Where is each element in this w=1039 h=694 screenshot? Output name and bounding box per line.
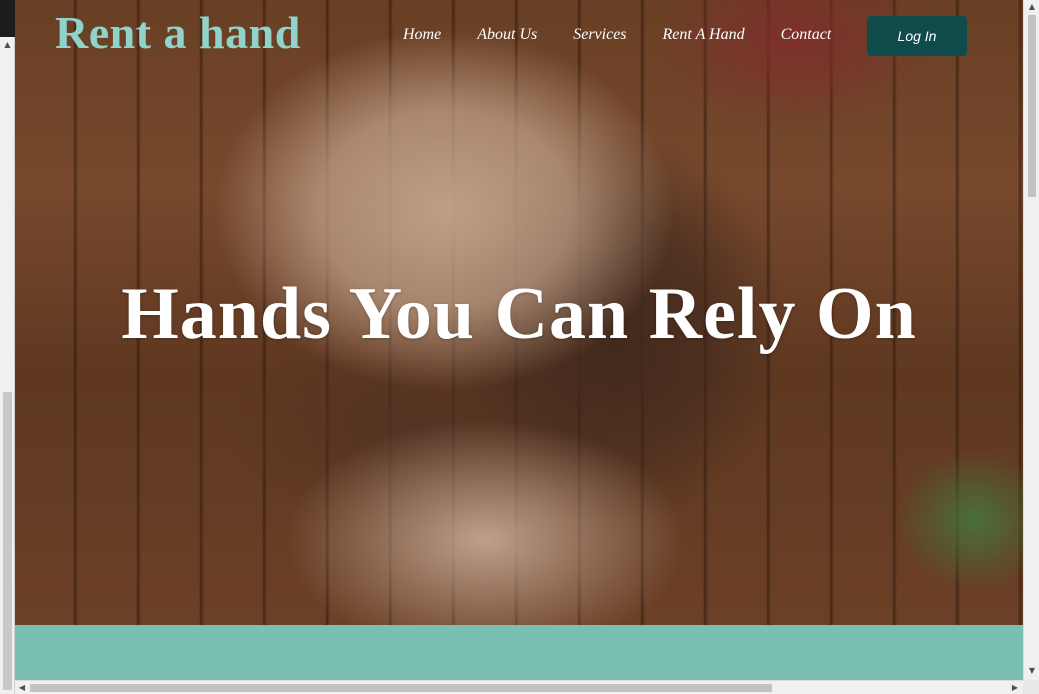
horizontal-scrollbar[interactable]: ◀ ▶ [15,680,1023,694]
horizontal-scrollbar-thumb[interactable] [30,684,772,692]
scrollbar-corner [1023,680,1039,694]
nav-item-home[interactable]: Home [403,26,441,46]
scroll-up-icon[interactable]: ▲ [1027,2,1037,12]
nav-item-rent-a-hand[interactable]: Rent A Hand [663,26,745,46]
login-button[interactable]: Log In [867,16,967,56]
nav-item-about-us[interactable]: About Us [477,26,537,46]
vertical-scrollbar-thumb[interactable] [1028,15,1036,197]
host-window-edge: ▲ [0,0,15,694]
vertical-scrollbar[interactable]: ▲ ▼ [1023,0,1039,680]
host-scrollbar-thumb[interactable] [3,392,12,690]
page-viewport: Rent a hand Home About Us Services Rent … [15,0,1023,680]
hero-title: Hands You Can Rely On [121,273,917,355]
brand-logo[interactable]: Rent a hand [55,6,301,59]
main-nav: Home About Us Services Rent A Hand Conta… [403,26,831,46]
nav-item-contact[interactable]: Contact [781,26,832,46]
scroll-down-icon[interactable]: ▼ [1027,666,1037,676]
host-scroll-up-icon[interactable]: ▲ [3,40,12,49]
nav-item-services[interactable]: Services [573,26,626,46]
scroll-right-icon[interactable]: ▶ [1010,682,1020,694]
host-title-strip [0,0,15,37]
scroll-left-icon[interactable]: ◀ [17,682,27,694]
next-section-band [15,625,1023,680]
